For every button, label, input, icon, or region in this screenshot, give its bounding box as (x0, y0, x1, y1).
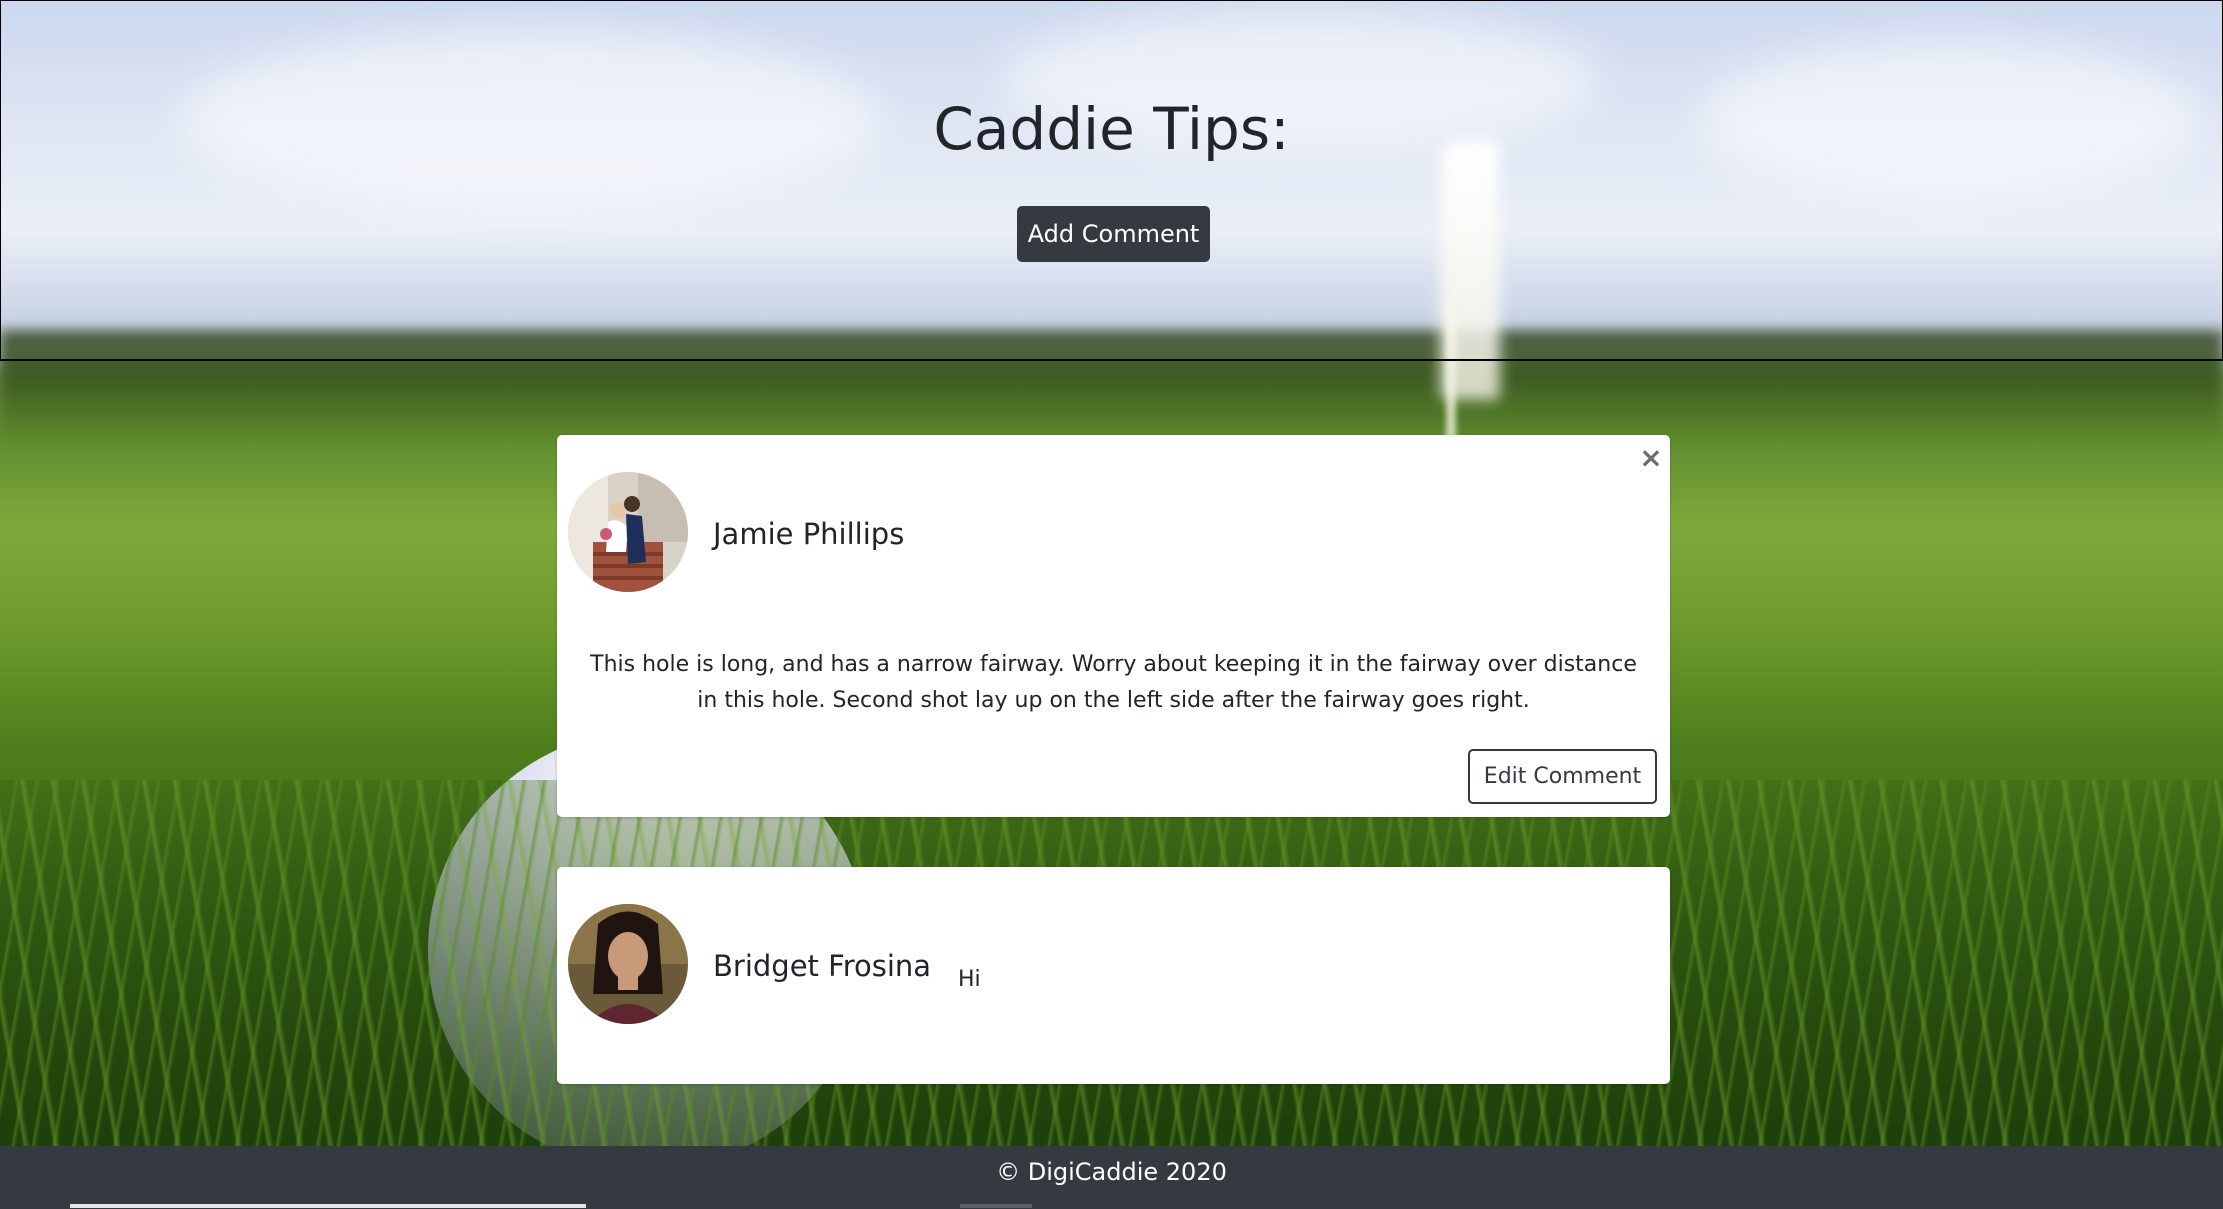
comment-text: This hole is long, and has a narrow fair… (590, 652, 1637, 713)
header-band (0, 0, 2223, 361)
edit-comment-button[interactable]: Edit Comment (1468, 749, 1657, 804)
footer-copyright: © DigiCaddie 2020 (996, 1158, 1227, 1186)
footer: © DigiCaddie 2020 (0, 1146, 2223, 1209)
author-name: Bridget Frosina (713, 949, 932, 983)
add-comment-button[interactable]: Add Comment (1017, 206, 1210, 262)
author-name: Jamie Phillips (713, 517, 905, 551)
close-icon[interactable]: × (1636, 443, 1666, 473)
comment-card: × Jamie Phillips This hole is long, and … (557, 435, 1670, 817)
avatar (568, 904, 688, 1024)
page-title: Caddie Tips: (933, 95, 1290, 163)
comment-text: Hi (958, 967, 981, 992)
horizontal-scrollbar[interactable] (70, 1204, 586, 1208)
comment-card: Bridget Frosina Hi (557, 867, 1670, 1084)
scrollbar-segment (960, 1204, 1032, 1208)
avatar (568, 472, 688, 592)
